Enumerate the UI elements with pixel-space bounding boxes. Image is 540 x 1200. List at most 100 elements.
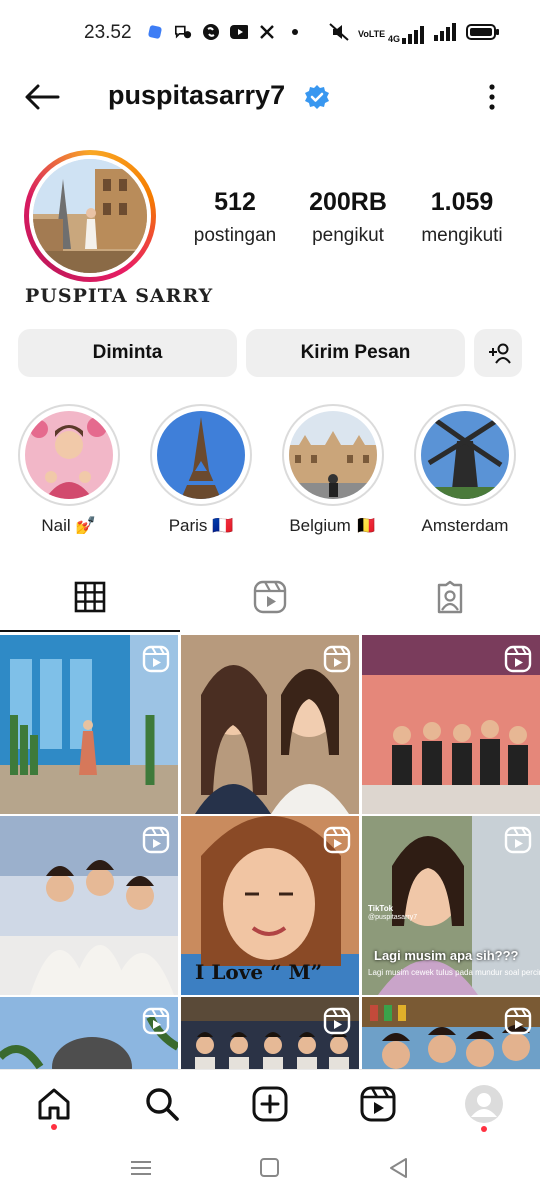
profile-notification-dot <box>481 1126 487 1132</box>
highlight-belgium-photo <box>289 411 377 499</box>
grid-post-1[interactable] <box>0 635 178 814</box>
highlight-nail-label: Nail 💅 <box>41 516 97 535</box>
reel-badge-icon <box>142 645 170 673</box>
stat-following-value: 1.059 <box>430 188 494 216</box>
grid-post-3[interactable] <box>362 635 540 814</box>
app-icon <box>146 24 164 40</box>
notification-icons <box>146 24 304 40</box>
home-system-button[interactable] <box>257 1155 283 1181</box>
stat-posts-label: postingan <box>193 225 277 246</box>
reels-icon <box>360 1086 396 1122</box>
avatar-photo <box>33 159 147 273</box>
profile-display-name: PUSPITA SARRY <box>25 285 214 307</box>
back-button[interactable] <box>22 82 62 112</box>
bottom-navigation <box>0 1069 540 1137</box>
stat-followers-value: 200RB <box>309 188 387 216</box>
more-options-button[interactable] <box>480 82 504 112</box>
tab-posts-grid[interactable] <box>0 562 180 632</box>
tiktok-handle: @puspitasarry7 <box>368 914 418 921</box>
grid-post-4[interactable] <box>0 816 178 995</box>
reel-badge-icon <box>323 1007 351 1035</box>
system-navigation-bar <box>0 1137 540 1200</box>
post-overlay-text: I Love “ M” <box>195 960 323 984</box>
verified-badge-icon <box>304 84 330 110</box>
stat-following-label: mengikuti <box>421 225 503 246</box>
reel-badge-icon <box>504 645 532 673</box>
reel-badge-icon <box>323 645 351 673</box>
nav-reels[interactable] <box>358 1084 398 1124</box>
reel-badge-icon <box>142 1007 170 1035</box>
profile-avatar-icon <box>465 1085 503 1123</box>
profile-header: puspitasarry7 <box>0 66 540 128</box>
highlight-nail-photo <box>25 411 113 499</box>
post-overlay-subcaption: Lagi musim cewek tulus pada mundur soal … <box>368 968 540 977</box>
tagged-icon <box>437 580 463 614</box>
stat-posts[interactable]: 512 postingan <box>190 188 280 247</box>
tab-tagged[interactable] <box>360 562 540 632</box>
more-vertical-icon <box>489 84 495 110</box>
grid-post-6[interactable]: TikTok @puspitasarry7 Lagi musim apa sih… <box>362 816 540 995</box>
volte-label: VoLTE <box>357 29 386 39</box>
messenger-icon <box>174 24 192 40</box>
requested-button[interactable]: Diminta <box>18 329 237 377</box>
highlight-amsterdam[interactable]: Amsterdam <box>413 404 517 536</box>
status-bar: 23.52 VoLTE 4G <box>0 0 540 66</box>
highlight-paris-photo <box>157 411 245 499</box>
reel-badge-icon <box>323 826 351 854</box>
highlight-belgium-label: Belgium 🇧🇪 <box>289 516 377 535</box>
stat-followers[interactable]: 200RB pengikut <box>300 188 396 247</box>
mute-icon <box>328 22 350 47</box>
reel-badge-icon <box>504 1007 532 1035</box>
grid-post-5[interactable]: I Love “ M” <box>181 816 359 995</box>
dot-icon <box>286 24 304 40</box>
highlight-nail[interactable]: Nail 💅 <box>17 404 121 536</box>
grid-post-2[interactable] <box>181 635 359 814</box>
home-icon <box>38 1088 70 1120</box>
tab-reels[interactable] <box>180 562 360 632</box>
stat-posts-value: 512 <box>214 188 256 216</box>
shazam-icon <box>202 24 220 40</box>
nav-create[interactable] <box>250 1084 290 1124</box>
x-icon <box>258 24 276 40</box>
signal-4g-icon: 4G <box>387 25 426 44</box>
volte-icon: VoLTE <box>357 29 386 39</box>
grid-post-7[interactable] <box>0 997 178 1069</box>
triangle-back-icon <box>390 1158 407 1178</box>
stat-following[interactable]: 1.059 mengikuti <box>412 188 512 247</box>
home-notification-dot <box>51 1124 57 1130</box>
posts-grid: I Love “ M” TikTok @puspitasarry7 Lagi m… <box>0 633 540 1069</box>
highlight-amsterdam-photo <box>421 411 509 499</box>
grid-post-9[interactable] <box>362 997 540 1069</box>
send-message-button[interactable]: Kirim Pesan <box>246 329 465 377</box>
reels-icon <box>253 580 287 614</box>
signal-icon <box>434 23 458 46</box>
profile-tabs <box>0 562 540 632</box>
highlight-paris-label: Paris 🇫🇷 <box>168 516 234 535</box>
status-time: 23.52 <box>84 22 132 43</box>
highlight-belgium[interactable]: Belgium 🇧🇪 <box>281 404 385 536</box>
highlight-amsterdam-label: Amsterdam <box>421 516 509 535</box>
reel-badge-icon <box>504 826 532 854</box>
active-tab-indicator <box>0 630 180 632</box>
nav-search[interactable] <box>142 1084 182 1124</box>
tiktok-tag: TikTok <box>368 904 394 913</box>
profile-username: puspitasarry7 <box>108 80 286 110</box>
network-label: 4G <box>387 33 400 44</box>
recent-apps-button[interactable] <box>128 1155 154 1181</box>
grid-icon <box>74 581 106 613</box>
nav-home[interactable] <box>34 1084 74 1124</box>
nav-profile[interactable] <box>464 1084 504 1124</box>
post-overlay-caption: Lagi musim apa sih??? <box>374 948 519 963</box>
suggest-people-button[interactable] <box>474 329 522 377</box>
menu-icon <box>131 1161 151 1175</box>
square-icon <box>260 1158 279 1177</box>
stat-followers-label: pengikut <box>312 225 384 246</box>
youtube-icon <box>230 24 248 40</box>
search-icon <box>146 1088 179 1121</box>
grid-post-8[interactable] <box>181 997 359 1069</box>
back-system-button[interactable] <box>386 1155 412 1181</box>
system-icons: VoLTE 4G <box>328 22 500 47</box>
profile-avatar[interactable] <box>24 150 156 282</box>
highlight-paris[interactable]: Paris 🇫🇷 <box>149 404 253 536</box>
add-post-icon <box>252 1086 288 1122</box>
